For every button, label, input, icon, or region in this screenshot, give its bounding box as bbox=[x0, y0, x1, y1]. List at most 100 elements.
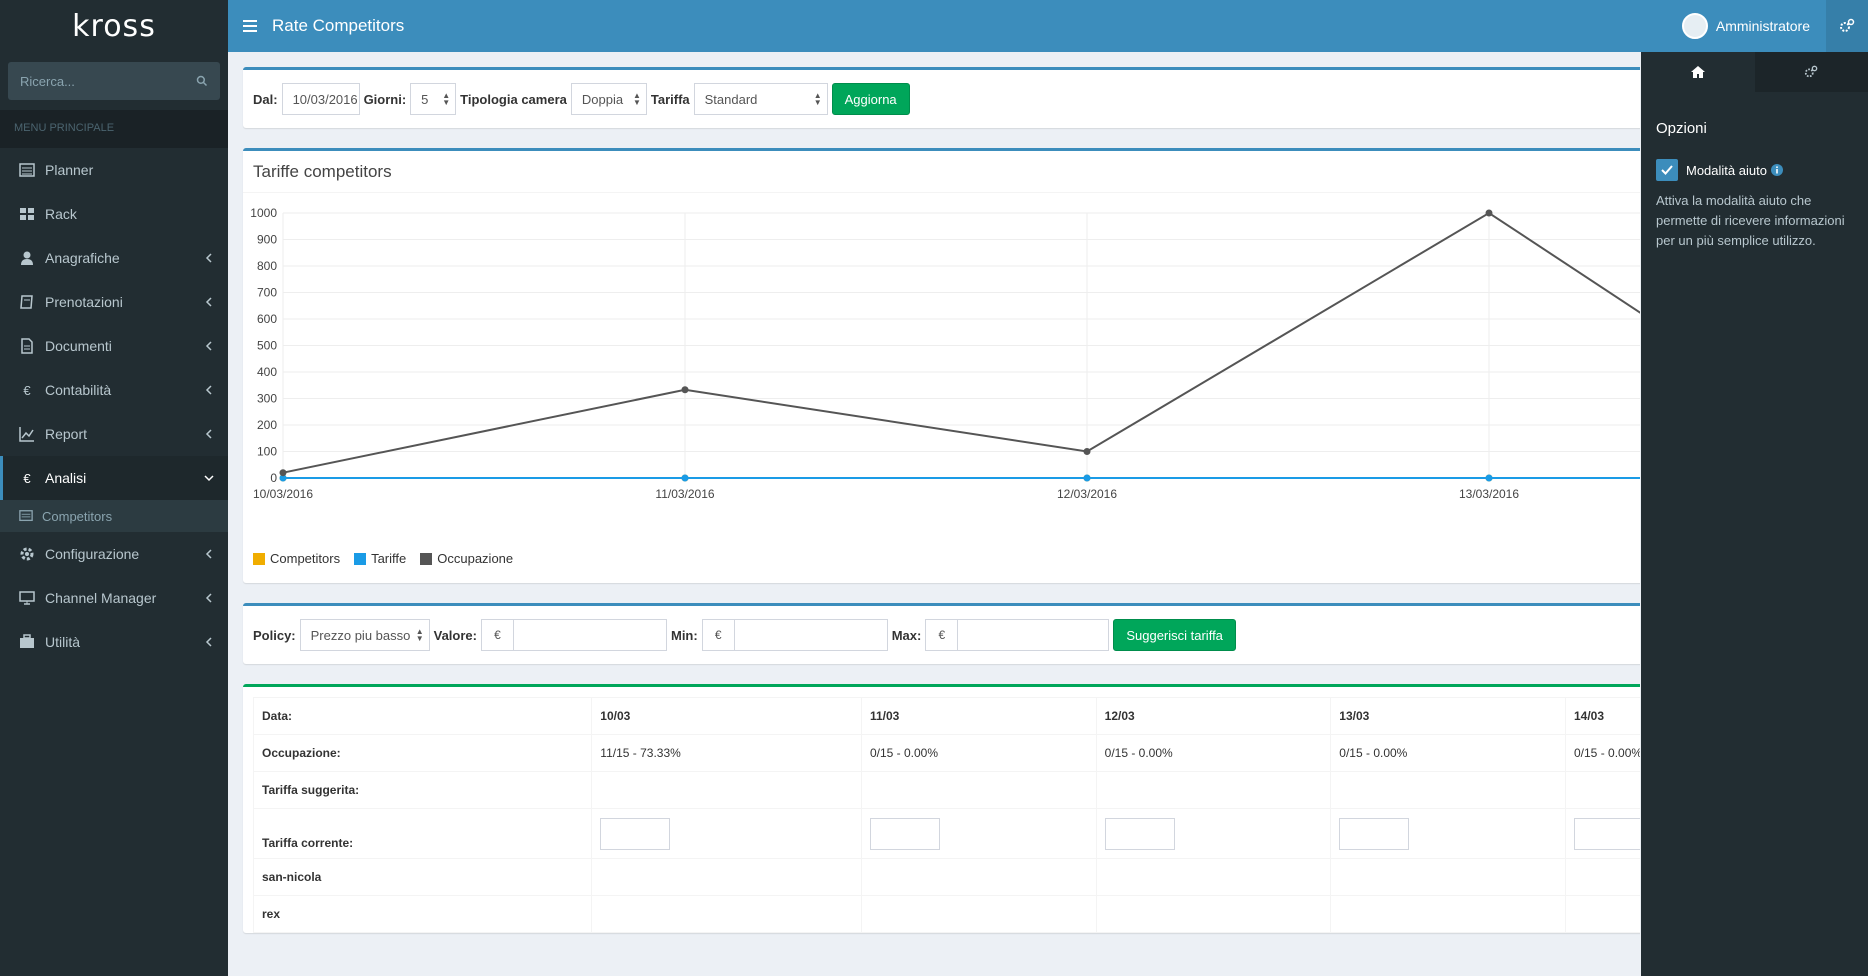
gear-icon bbox=[20, 547, 34, 561]
sidebar-item-label: Rack bbox=[45, 206, 77, 222]
suggerisci-tariffa-button[interactable]: Suggerisci tariffa bbox=[1113, 619, 1236, 651]
table-cell bbox=[591, 771, 862, 809]
chevron-left-icon bbox=[205, 297, 212, 307]
policy-value: Prezzo piu basso bbox=[310, 627, 411, 643]
y-tick-label: 900 bbox=[257, 233, 277, 247]
table-row: san-nicola bbox=[252, 858, 1640, 896]
file-icon bbox=[21, 338, 33, 354]
row-label-data: Data: bbox=[252, 697, 593, 735]
y-tick-label: 200 bbox=[257, 418, 277, 432]
tipologia-select[interactable]: Doppia ▲ ▼ bbox=[570, 83, 647, 115]
sidebar-item-channel-manager[interactable]: Channel Manager bbox=[0, 576, 228, 620]
x-tick-label: 12/03/2016 bbox=[1057, 487, 1117, 501]
sidebar-item-utilita[interactable]: Utilità bbox=[0, 620, 228, 664]
sidebar-item-prenotazioni[interactable]: Prenotazioni bbox=[0, 280, 228, 324]
sidebar-toggle-button[interactable] bbox=[228, 20, 272, 32]
sidebar-item-planner[interactable]: Planner bbox=[0, 148, 228, 192]
line-chart: 0 100 200 300 400 500 600 700 800 900 1000 10/03/20… bbox=[250, 206, 1640, 501]
table-cell bbox=[1095, 895, 1332, 933]
legend-label: Occupazione bbox=[437, 551, 514, 566]
policy-box: Policy: Prezzo piu basso ▲ ▼ Valore: € Mi… bbox=[243, 603, 1640, 664]
y-tick-label: 100 bbox=[257, 445, 277, 459]
policy-form: Policy: Prezzo piu basso ▲ ▼ Valore: € Mi… bbox=[243, 606, 1640, 664]
euro-icon: € bbox=[23, 470, 31, 486]
giorni-stepper[interactable]: 5 ▲ ▼ bbox=[410, 83, 457, 115]
table-cell bbox=[591, 858, 862, 896]
legend-swatch bbox=[253, 552, 265, 565]
giorni-label: Giorni: bbox=[363, 91, 407, 107]
gears-icon bbox=[1805, 65, 1818, 78]
search-icon[interactable] bbox=[196, 74, 208, 88]
legend-item[interactable]: Occupazione bbox=[420, 551, 513, 566]
legend-swatch bbox=[420, 552, 433, 565]
policy-select[interactable]: Prezzo piu basso ▲ ▼ bbox=[299, 619, 430, 651]
min-input[interactable] bbox=[733, 619, 888, 651]
col-date: 14/03 bbox=[1565, 697, 1640, 735]
y-tick-label: 700 bbox=[257, 286, 277, 300]
sidebar-item-anagrafiche[interactable]: Anagrafiche bbox=[0, 236, 228, 280]
control-sidebar-toggle-button[interactable] bbox=[1826, 0, 1868, 52]
table-cell bbox=[1330, 895, 1566, 933]
select-arrows-icon: ▲ ▼ bbox=[632, 91, 641, 107]
legend-item[interactable]: Tariffe bbox=[354, 551, 406, 566]
table-cell bbox=[591, 895, 862, 933]
check-icon bbox=[1661, 165, 1673, 175]
hamburger-icon bbox=[243, 20, 257, 32]
sidebar-item-label: Contabilità bbox=[45, 382, 112, 398]
sidebar-item-documenti[interactable]: Documenti bbox=[0, 324, 228, 368]
chart-legend: Competitors Tariffe Occupazione bbox=[253, 551, 527, 566]
logo[interactable]: kross bbox=[0, 0, 228, 52]
filters-box: Dal: 10/03/2016 Giorni: 5 ▲ ▼ Tipologia c… bbox=[243, 67, 1640, 128]
sidebar-item-configurazione[interactable]: Configurazione bbox=[0, 532, 228, 576]
tab-home[interactable] bbox=[1641, 52, 1755, 92]
control-sidebar-tabs bbox=[1641, 52, 1868, 92]
date-input[interactable]: 10/03/2016 bbox=[281, 83, 360, 115]
y-tick-label: 0 bbox=[270, 471, 277, 485]
sidebar-item-label: Documenti bbox=[45, 338, 112, 354]
tipologia-label: Tipologia camera bbox=[460, 91, 567, 107]
tariffa-corrente-input[interactable] bbox=[1104, 817, 1175, 850]
menu-header: MENU PRINCIPALE bbox=[0, 110, 228, 148]
tariffa-corrente-input[interactable] bbox=[600, 817, 671, 850]
max-input[interactable] bbox=[957, 619, 1110, 651]
main-content: Dal: 10/03/2016 Giorni: 5 ▲ ▼ Tipologia c… bbox=[228, 52, 1640, 976]
legend-item[interactable]: Competitors bbox=[253, 551, 340, 566]
sidebar-subitem-label: Competitors bbox=[42, 508, 113, 524]
sidebar-item-report[interactable]: Report bbox=[0, 412, 228, 456]
row-label-competitor: san-nicola bbox=[252, 858, 593, 896]
search-input[interactable] bbox=[20, 73, 196, 89]
sidebar-item-label: Utilità bbox=[45, 634, 81, 650]
info-icon[interactable] bbox=[1770, 164, 1783, 176]
tariffa-corrente-input[interactable] bbox=[869, 817, 940, 850]
sidebar-subitem-competitors[interactable]: Competitors bbox=[0, 500, 228, 532]
main-menu: Planner Rack Anagrafiche Prenotazioni Do… bbox=[0, 148, 228, 664]
home-icon bbox=[1690, 66, 1705, 78]
chevron-left-icon bbox=[205, 253, 212, 263]
y-tick-label: 300 bbox=[257, 392, 277, 406]
data-point bbox=[681, 386, 689, 394]
policy-label: Policy: bbox=[253, 627, 296, 643]
dal-label: Dal: bbox=[253, 91, 278, 107]
select-arrows-icon: ▲ ▼ bbox=[813, 91, 822, 107]
topbar: Rate Competitors Amministratore bbox=[228, 0, 1868, 52]
sidebar-item-contabilita[interactable]: € Contabilità bbox=[0, 368, 228, 412]
help-mode-checkbox[interactable] bbox=[1656, 159, 1678, 181]
user-menu[interactable]: Amministratore bbox=[1666, 0, 1826, 52]
sidebar: kross MENU PRINCIPALE Planner Rack Anagr… bbox=[0, 0, 228, 976]
aggiorna-button[interactable]: Aggiorna bbox=[831, 83, 910, 115]
list-icon bbox=[19, 163, 35, 177]
avatar bbox=[1681, 13, 1708, 39]
chart-box: Tariffe competitors 0 100 200 300 400 500 600 7… bbox=[243, 148, 1640, 583]
occupazione-cell: 0/15 - 0.00% bbox=[1330, 734, 1566, 772]
table-cell bbox=[860, 895, 1097, 933]
grid-icon bbox=[20, 208, 34, 220]
tariffa-corrente-input[interactable] bbox=[1339, 817, 1410, 850]
tab-settings[interactable] bbox=[1754, 52, 1868, 92]
sidebar-item-rack[interactable]: Rack bbox=[0, 192, 228, 236]
help-mode-label: Modalità aiuto bbox=[1686, 162, 1767, 178]
valore-input[interactable] bbox=[512, 619, 667, 651]
sidebar-item-analisi[interactable]: € Analisi bbox=[0, 456, 228, 500]
legend-label: Competitors bbox=[270, 551, 341, 566]
tariffa-corrente-input[interactable] bbox=[1574, 817, 1640, 850]
tariffa-select[interactable]: Standard ▲ ▼ bbox=[693, 83, 828, 115]
